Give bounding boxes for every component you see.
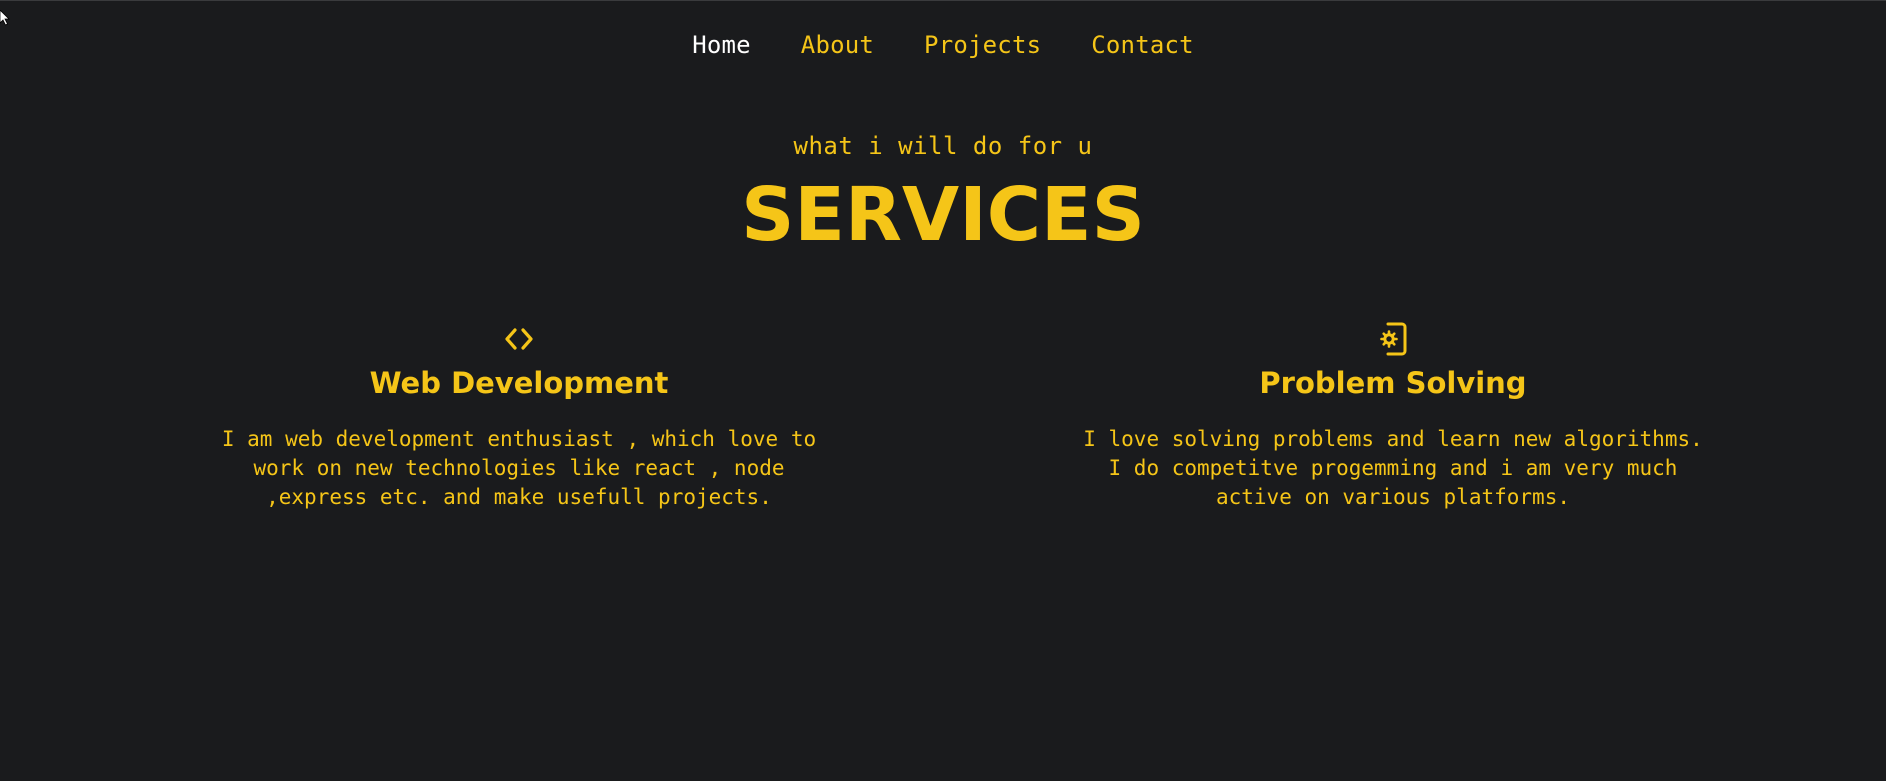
section-subtitle: what i will do for u xyxy=(793,132,1093,160)
section-title: SERVICES xyxy=(741,172,1145,258)
nav-link-projects[interactable]: Projects xyxy=(924,31,1041,59)
window-top-border xyxy=(0,0,1886,1)
nav-link-contact[interactable]: Contact xyxy=(1091,31,1194,59)
service-description: I am web development enthusiast , which … xyxy=(221,427,817,509)
main-nav: Home About Projects Contact xyxy=(0,28,1886,62)
service-description: I love solving problems and learn new al… xyxy=(1083,427,1703,509)
service-title: Problem Solving xyxy=(1259,366,1527,400)
nav-link-home[interactable]: Home xyxy=(692,31,751,59)
service-card-problem-solving: Problem Solving I love solving problems … xyxy=(1083,322,1703,512)
mobile-gear-icon xyxy=(1380,322,1407,356)
service-card-web-development: Web Development I am web development ent… xyxy=(209,322,829,512)
code-icon xyxy=(505,328,533,350)
mouse-cursor-icon xyxy=(0,10,10,26)
service-title: Web Development xyxy=(369,366,669,400)
nav-link-about[interactable]: About xyxy=(801,31,874,59)
